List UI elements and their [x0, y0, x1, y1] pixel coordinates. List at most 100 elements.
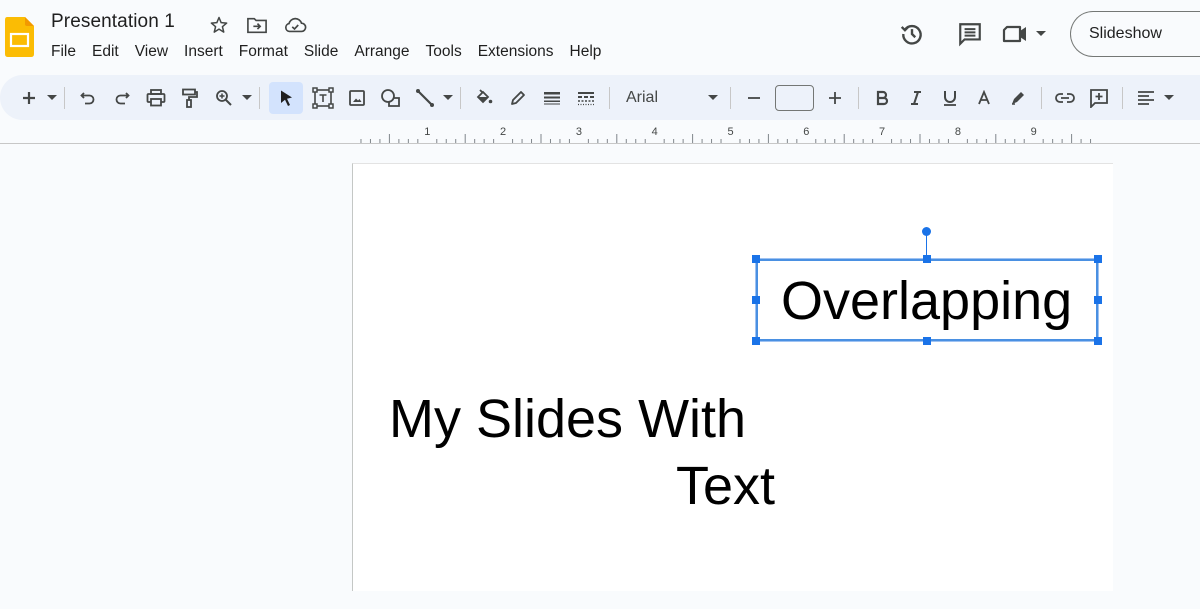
pencil-icon [511, 90, 525, 105]
resize-handle-left[interactable] [752, 296, 760, 304]
italic-button[interactable] [902, 82, 930, 114]
align-dropdown[interactable] [1163, 82, 1175, 114]
document-title[interactable]: Presentation 1 [51, 11, 175, 33]
toolbar-divider [460, 86, 461, 109]
shape-icon [381, 88, 400, 107]
plus-icon [829, 91, 841, 104]
menu-help[interactable]: Help [562, 41, 610, 63]
title-text-line-1[interactable]: My Slides With [389, 388, 746, 450]
image-icon [349, 89, 365, 106]
redo-button[interactable] [108, 82, 136, 114]
text-box-icon [312, 86, 334, 109]
toolbar-divider [1122, 86, 1123, 109]
text-color-button[interactable] [970, 82, 998, 114]
paint-format-button[interactable] [176, 82, 204, 114]
menu-format[interactable]: Format [231, 41, 296, 63]
menu-view[interactable]: View [127, 41, 176, 63]
toolbar-divider [1041, 86, 1042, 109]
zoom-dropdown[interactable] [241, 82, 253, 114]
text-box-button[interactable] [309, 82, 337, 114]
border-weight-button[interactable] [538, 82, 566, 114]
horizontal-ruler[interactable]: 1 2 3 4 5 6 7 8 9 [352, 118, 1113, 144]
line-button[interactable] [411, 82, 439, 114]
meet-button[interactable] [996, 14, 1052, 54]
caret-down-icon [47, 95, 57, 100]
resize-handle-bottom[interactable] [923, 337, 931, 345]
highlighter-icon [1012, 91, 1024, 105]
plus-icon [23, 91, 35, 104]
bold-icon [876, 90, 889, 105]
comments-icon [959, 23, 981, 47]
border-dash-icon [578, 91, 594, 105]
decrease-font-size-button[interactable] [740, 82, 768, 114]
print-button[interactable] [142, 82, 170, 114]
menu-bar: File Edit View Insert Format Slide Arran… [43, 41, 609, 63]
star-icon[interactable] [207, 14, 231, 36]
video-camera-icon [1002, 25, 1026, 43]
menu-slide[interactable]: Slide [296, 41, 346, 63]
ruler-label: 6 [803, 126, 809, 138]
undo-icon [80, 91, 95, 104]
menu-extensions[interactable]: Extensions [470, 41, 562, 63]
italic-icon [911, 90, 921, 105]
resize-handle-right[interactable] [1094, 296, 1102, 304]
ruler-label: 8 [955, 126, 961, 138]
font-family-select[interactable]: Arial [616, 82, 724, 114]
increase-font-size-button[interactable] [821, 82, 849, 114]
zoom-button[interactable] [210, 82, 238, 114]
resize-handle-bottom-right[interactable] [1094, 337, 1102, 345]
new-slide-button[interactable] [15, 82, 43, 114]
paint-roller-icon [182, 88, 198, 108]
ruler-label: 1 [424, 126, 430, 138]
app-header: Presentation 1 File Edit View Insert For… [0, 0, 1200, 72]
rotation-handle[interactable] [922, 227, 931, 236]
slideshow-button[interactable]: Slideshow [1070, 11, 1200, 57]
menu-tools[interactable]: Tools [418, 41, 470, 63]
toolbar: Arial [0, 75, 1200, 120]
font-family-value: Arial [626, 88, 659, 106]
zoom-in-icon [216, 89, 232, 106]
paint-bucket-icon [476, 88, 493, 103]
ruler-label: 4 [652, 126, 658, 138]
underline-button[interactable] [936, 82, 964, 114]
caret-down-icon [708, 95, 718, 100]
bold-button[interactable] [868, 82, 896, 114]
border-color-button[interactable] [504, 82, 532, 114]
toolbar-divider [609, 86, 610, 109]
menu-edit[interactable]: Edit [84, 41, 127, 63]
highlight-color-button[interactable] [1004, 82, 1032, 114]
resize-handle-top-left[interactable] [752, 255, 760, 263]
selected-text-box[interactable]: Overlapping [781, 270, 1072, 332]
cloud-saved-icon[interactable] [283, 14, 307, 36]
border-dash-button[interactable] [572, 82, 600, 114]
cursor-arrow-icon [281, 90, 292, 106]
menu-file[interactable]: File [43, 41, 84, 63]
slides-logo-icon[interactable] [5, 17, 34, 57]
resize-handle-top-right[interactable] [1094, 255, 1102, 263]
version-history-button[interactable] [892, 14, 932, 54]
slide-canvas[interactable]: Overlapping My Slides With Text [352, 163, 1113, 591]
fill-color-button[interactable] [470, 82, 498, 114]
font-size-input[interactable] [775, 84, 814, 111]
text-color-icon [978, 89, 990, 104]
comments-button[interactable] [950, 14, 990, 54]
new-slide-layout-dropdown[interactable] [46, 82, 58, 114]
line-type-dropdown[interactable] [442, 82, 454, 114]
title-text-line-2[interactable]: Text [676, 455, 775, 517]
resize-handle-top[interactable] [923, 255, 931, 263]
align-button[interactable] [1132, 82, 1160, 114]
add-comment-button[interactable] [1085, 82, 1113, 114]
border-weight-icon [544, 91, 560, 104]
ruler-label: 9 [1031, 126, 1037, 138]
shape-button[interactable] [377, 82, 405, 114]
move-to-folder-icon[interactable] [245, 14, 269, 36]
add-comment-icon [1090, 88, 1108, 108]
menu-arrange[interactable]: Arrange [346, 41, 417, 63]
undo-button[interactable] [74, 82, 102, 114]
menu-insert[interactable]: Insert [176, 41, 231, 63]
resize-handle-bottom-left[interactable] [752, 337, 760, 345]
insert-image-button[interactable] [343, 82, 371, 114]
select-tool-button[interactable] [269, 81, 303, 114]
minus-icon [748, 96, 760, 99]
insert-link-button[interactable] [1051, 82, 1079, 114]
